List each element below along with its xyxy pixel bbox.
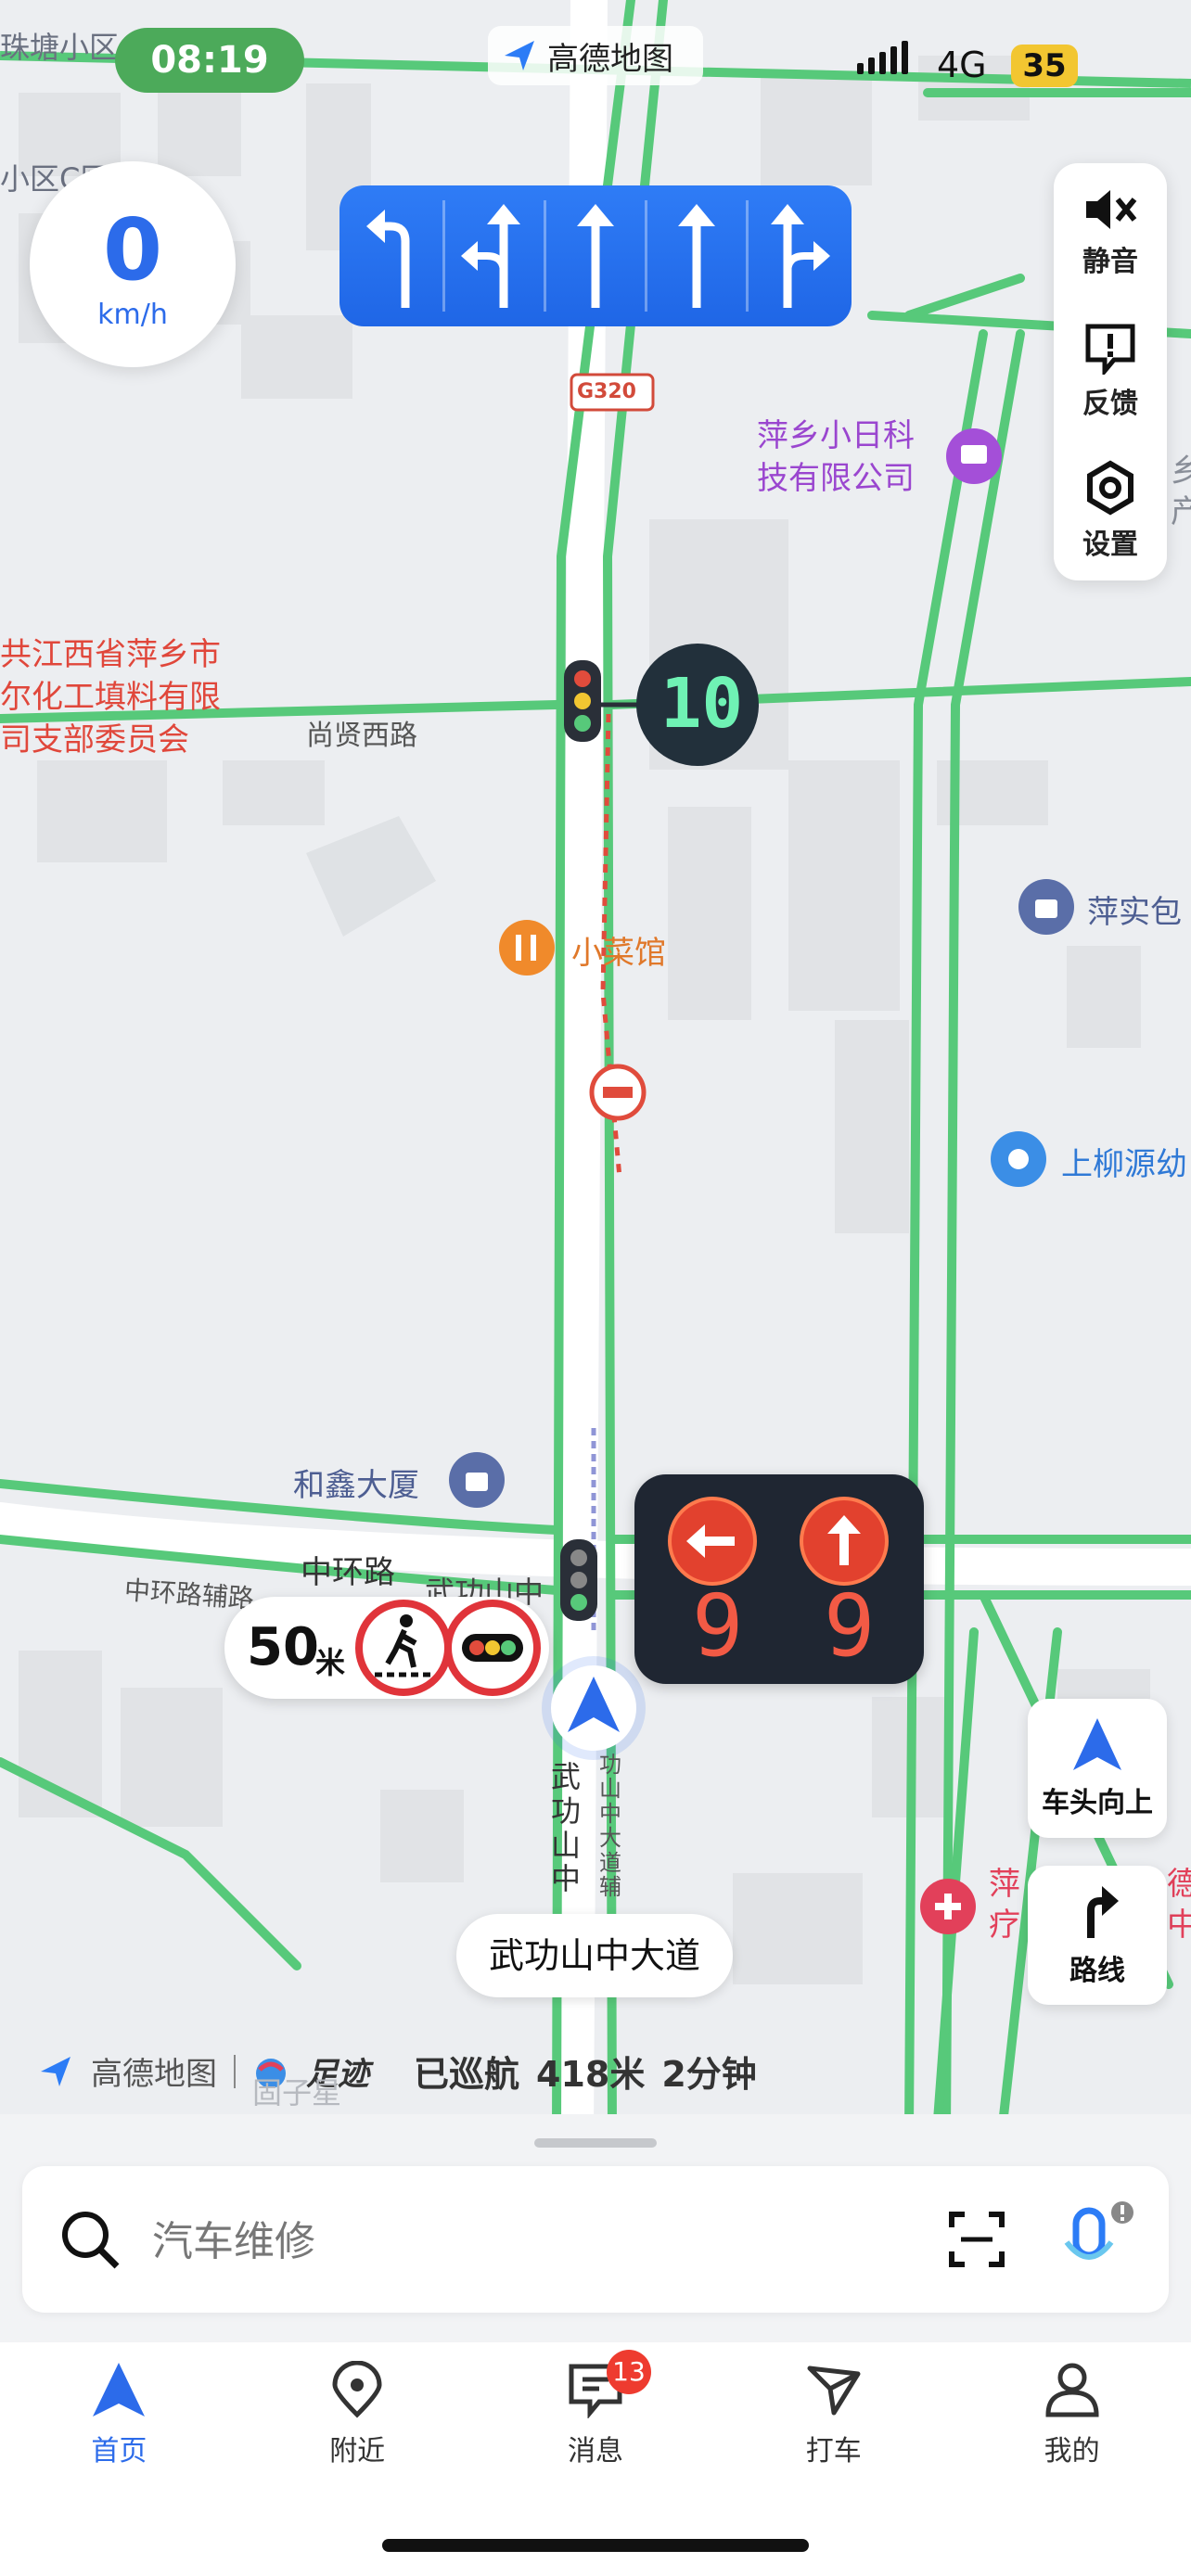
road-label-shangxian: 尚贤西路 (306, 720, 417, 752)
navigation-arrow-icon (93, 2363, 146, 2417)
settings-label: 设置 (1082, 529, 1138, 561)
poi-hexin[interactable]: 和鑫大厦 (293, 1460, 419, 1505)
voice-assistant-icon[interactable] (1061, 2200, 1135, 2279)
road-label-zhonghuan: 中环路 (301, 1554, 395, 1591)
lane-straight-right-icon (760, 196, 834, 316)
distance-notice: 50 米 (224, 1597, 549, 1699)
cruise-distance: 418米 (536, 2054, 646, 2095)
tab-home[interactable]: 首页 (26, 2342, 211, 2576)
status-time: 08:19 (115, 28, 304, 93)
straight-signal-icon (800, 1497, 889, 1586)
tab-taxi-label: 打车 (805, 2435, 862, 2468)
road-label-wugongshan-v: 武 功 山 中 (551, 1759, 582, 1897)
distance-value: 50 (247, 1617, 319, 1677)
pedestrian-crossing-icon (355, 1600, 452, 1696)
amap-logo-icon (505, 41, 534, 70)
sheet-handle[interactable] (534, 2138, 657, 2148)
lane-straight-icon-2 (660, 196, 734, 316)
poi-zhuxiang-area: 珠塘小区 (0, 30, 120, 65)
taxi-icon (807, 2366, 861, 2416)
message-badge: 13 (606, 2350, 651, 2394)
lane-left-icon (356, 196, 430, 316)
status-brand-label: 高德地图 (547, 40, 673, 78)
straight-countdown: 9 (824, 1576, 876, 1676)
left-countdown: 9 (692, 1576, 744, 1676)
user-icon (1045, 2363, 1099, 2417)
lane-straight-icon (558, 196, 633, 316)
status-brand: 高德地图 (488, 26, 703, 85)
tab-mine-label: 我的 (1044, 2435, 1100, 2468)
lane-left-straight-icon (457, 196, 531, 316)
g320-label: G320 (577, 380, 636, 403)
search-icon (62, 2212, 120, 2269)
feedback-button[interactable]: 反馈 (1054, 302, 1167, 441)
lane-guidance (339, 185, 852, 326)
feedback-label: 反馈 (1082, 388, 1138, 420)
tab-nearby-label: 附近 (329, 2435, 386, 2468)
current-street: 武功山中大道 (456, 1914, 733, 1997)
tab-messages-label: 消息 (567, 2435, 623, 2468)
cruise-info: 高德地图 足迹 已巡航 418米 2分钟 (37, 2046, 757, 2097)
poi-shangliu[interactable]: 上柳源幼 (1061, 1139, 1187, 1184)
settings-button[interactable]: 设置 (1054, 441, 1167, 580)
route-button[interactable]: 路线 (1028, 1866, 1167, 2005)
cruise-brand: 高德地图 (91, 2056, 217, 2093)
feedback-icon (1085, 324, 1135, 375)
scan-icon[interactable] (948, 2211, 1005, 2268)
speed-value: 0 (102, 200, 162, 300)
gear-icon (1087, 460, 1133, 516)
cruise-label: 已巡航 (414, 2054, 520, 2095)
heading-up-label: 车头向上 (1042, 1787, 1153, 1819)
cruise-duration: 2分钟 (661, 2054, 757, 2095)
route-turn-icon (1087, 1886, 1119, 1938)
left-turn-signal-icon (668, 1497, 757, 1586)
battery-level: 35 (1011, 45, 1078, 87)
search-bar[interactable] (22, 2166, 1169, 2313)
home-indicator (382, 2539, 809, 2552)
cellular-signal-icon (857, 41, 908, 74)
amap-logo-icon-small (41, 2056, 70, 2086)
location-pin-icon (332, 2361, 382, 2418)
distance-unit: 米 (315, 1645, 346, 1680)
poi-clinic[interactable]: 萍 疗 (989, 1864, 1020, 1945)
route-label: 路线 (1069, 1955, 1125, 1987)
poi-pingshi[interactable]: 萍实包 (1087, 886, 1182, 932)
heading-up-button[interactable]: 车头向上 (1028, 1699, 1167, 1838)
network-type: 4G (937, 45, 987, 85)
signal-countdown-top: 10 (660, 664, 744, 744)
poi-right-edge-2: 乡 产 (1171, 453, 1191, 531)
speedometer: 0 km/h (30, 161, 236, 367)
poi-jiangxi-party[interactable]: 共江西省萍乡市 尔化工填料有限 司支部委员会 (0, 634, 221, 762)
poi-pingxiang-tech[interactable]: 萍乡小日科 技有限公司 (757, 415, 915, 501)
heading-arrow-icon (1073, 1718, 1121, 1770)
speaker-mute-icon (1086, 190, 1137, 229)
traffic-light-warning-icon (444, 1600, 541, 1696)
mute-label: 静音 (1082, 246, 1138, 278)
map-controls: 静音 反馈 设置 (1054, 163, 1167, 580)
traffic-light-panel: 9 9 (634, 1474, 924, 1684)
speed-unit: km/h (97, 299, 168, 331)
search-input[interactable] (150, 2203, 915, 2279)
map-watermark: 固子星 (252, 2075, 342, 2111)
road-label-wugongshan-fu: 功 山 中 大 道 辅 (599, 1752, 621, 1900)
poi-restaurant[interactable]: 小菜馆 (571, 927, 666, 973)
tab-mine[interactable]: 我的 (980, 2342, 1165, 2576)
tab-home-label: 首页 (91, 2435, 147, 2468)
mute-button[interactable]: 静音 (1054, 163, 1167, 302)
poi-right-edge-1: 德 中 (1167, 1866, 1191, 1945)
